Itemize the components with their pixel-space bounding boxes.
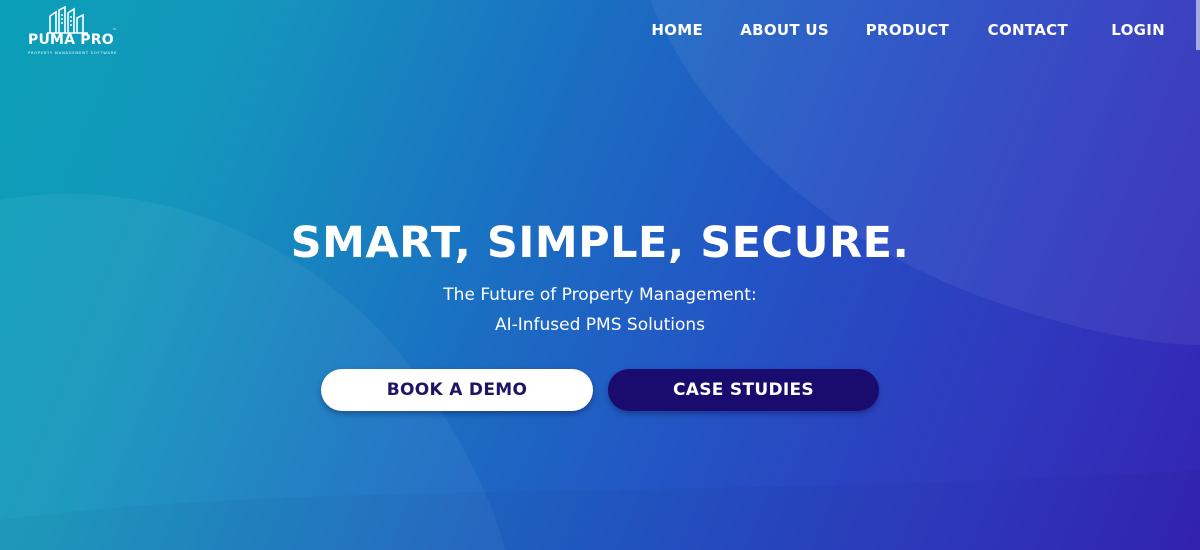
hero-section: PUMA PRO ™ PROPERTY MANAGEMENT SOFTWARE … xyxy=(0,0,1200,550)
trademark-symbol: ™ xyxy=(112,28,117,34)
background-waves xyxy=(0,0,1200,550)
hero-subtitle-line2: AI-Infused PMS Solutions xyxy=(494,315,706,335)
hero-headline: SMART, SIMPLE, SECURE. xyxy=(290,218,910,268)
nav-about-us[interactable]: ABOUT US xyxy=(740,21,829,39)
brand-logo[interactable]: PUMA PRO ™ PROPERTY MANAGEMENT SOFTWARE xyxy=(26,6,118,56)
nav-contact[interactable]: CONTACT xyxy=(988,21,1068,39)
brand-name: PUMA PRO xyxy=(28,32,114,48)
nav-product[interactable]: PRODUCT xyxy=(866,21,949,39)
buildings-icon xyxy=(47,6,88,34)
nav-home[interactable]: HOME xyxy=(651,21,703,39)
scrollbar-thumb[interactable] xyxy=(1196,0,1200,50)
brand-tagline: PROPERTY MANAGEMENT SOFTWARE xyxy=(28,51,118,55)
book-demo-button[interactable]: BOOK A DEMO xyxy=(321,369,593,411)
nav-login[interactable]: LOGIN xyxy=(1111,21,1165,39)
hero-subtitle-line1: The Future of Property Management: xyxy=(443,285,757,305)
case-studies-button[interactable]: CASE STUDIES xyxy=(608,369,879,411)
